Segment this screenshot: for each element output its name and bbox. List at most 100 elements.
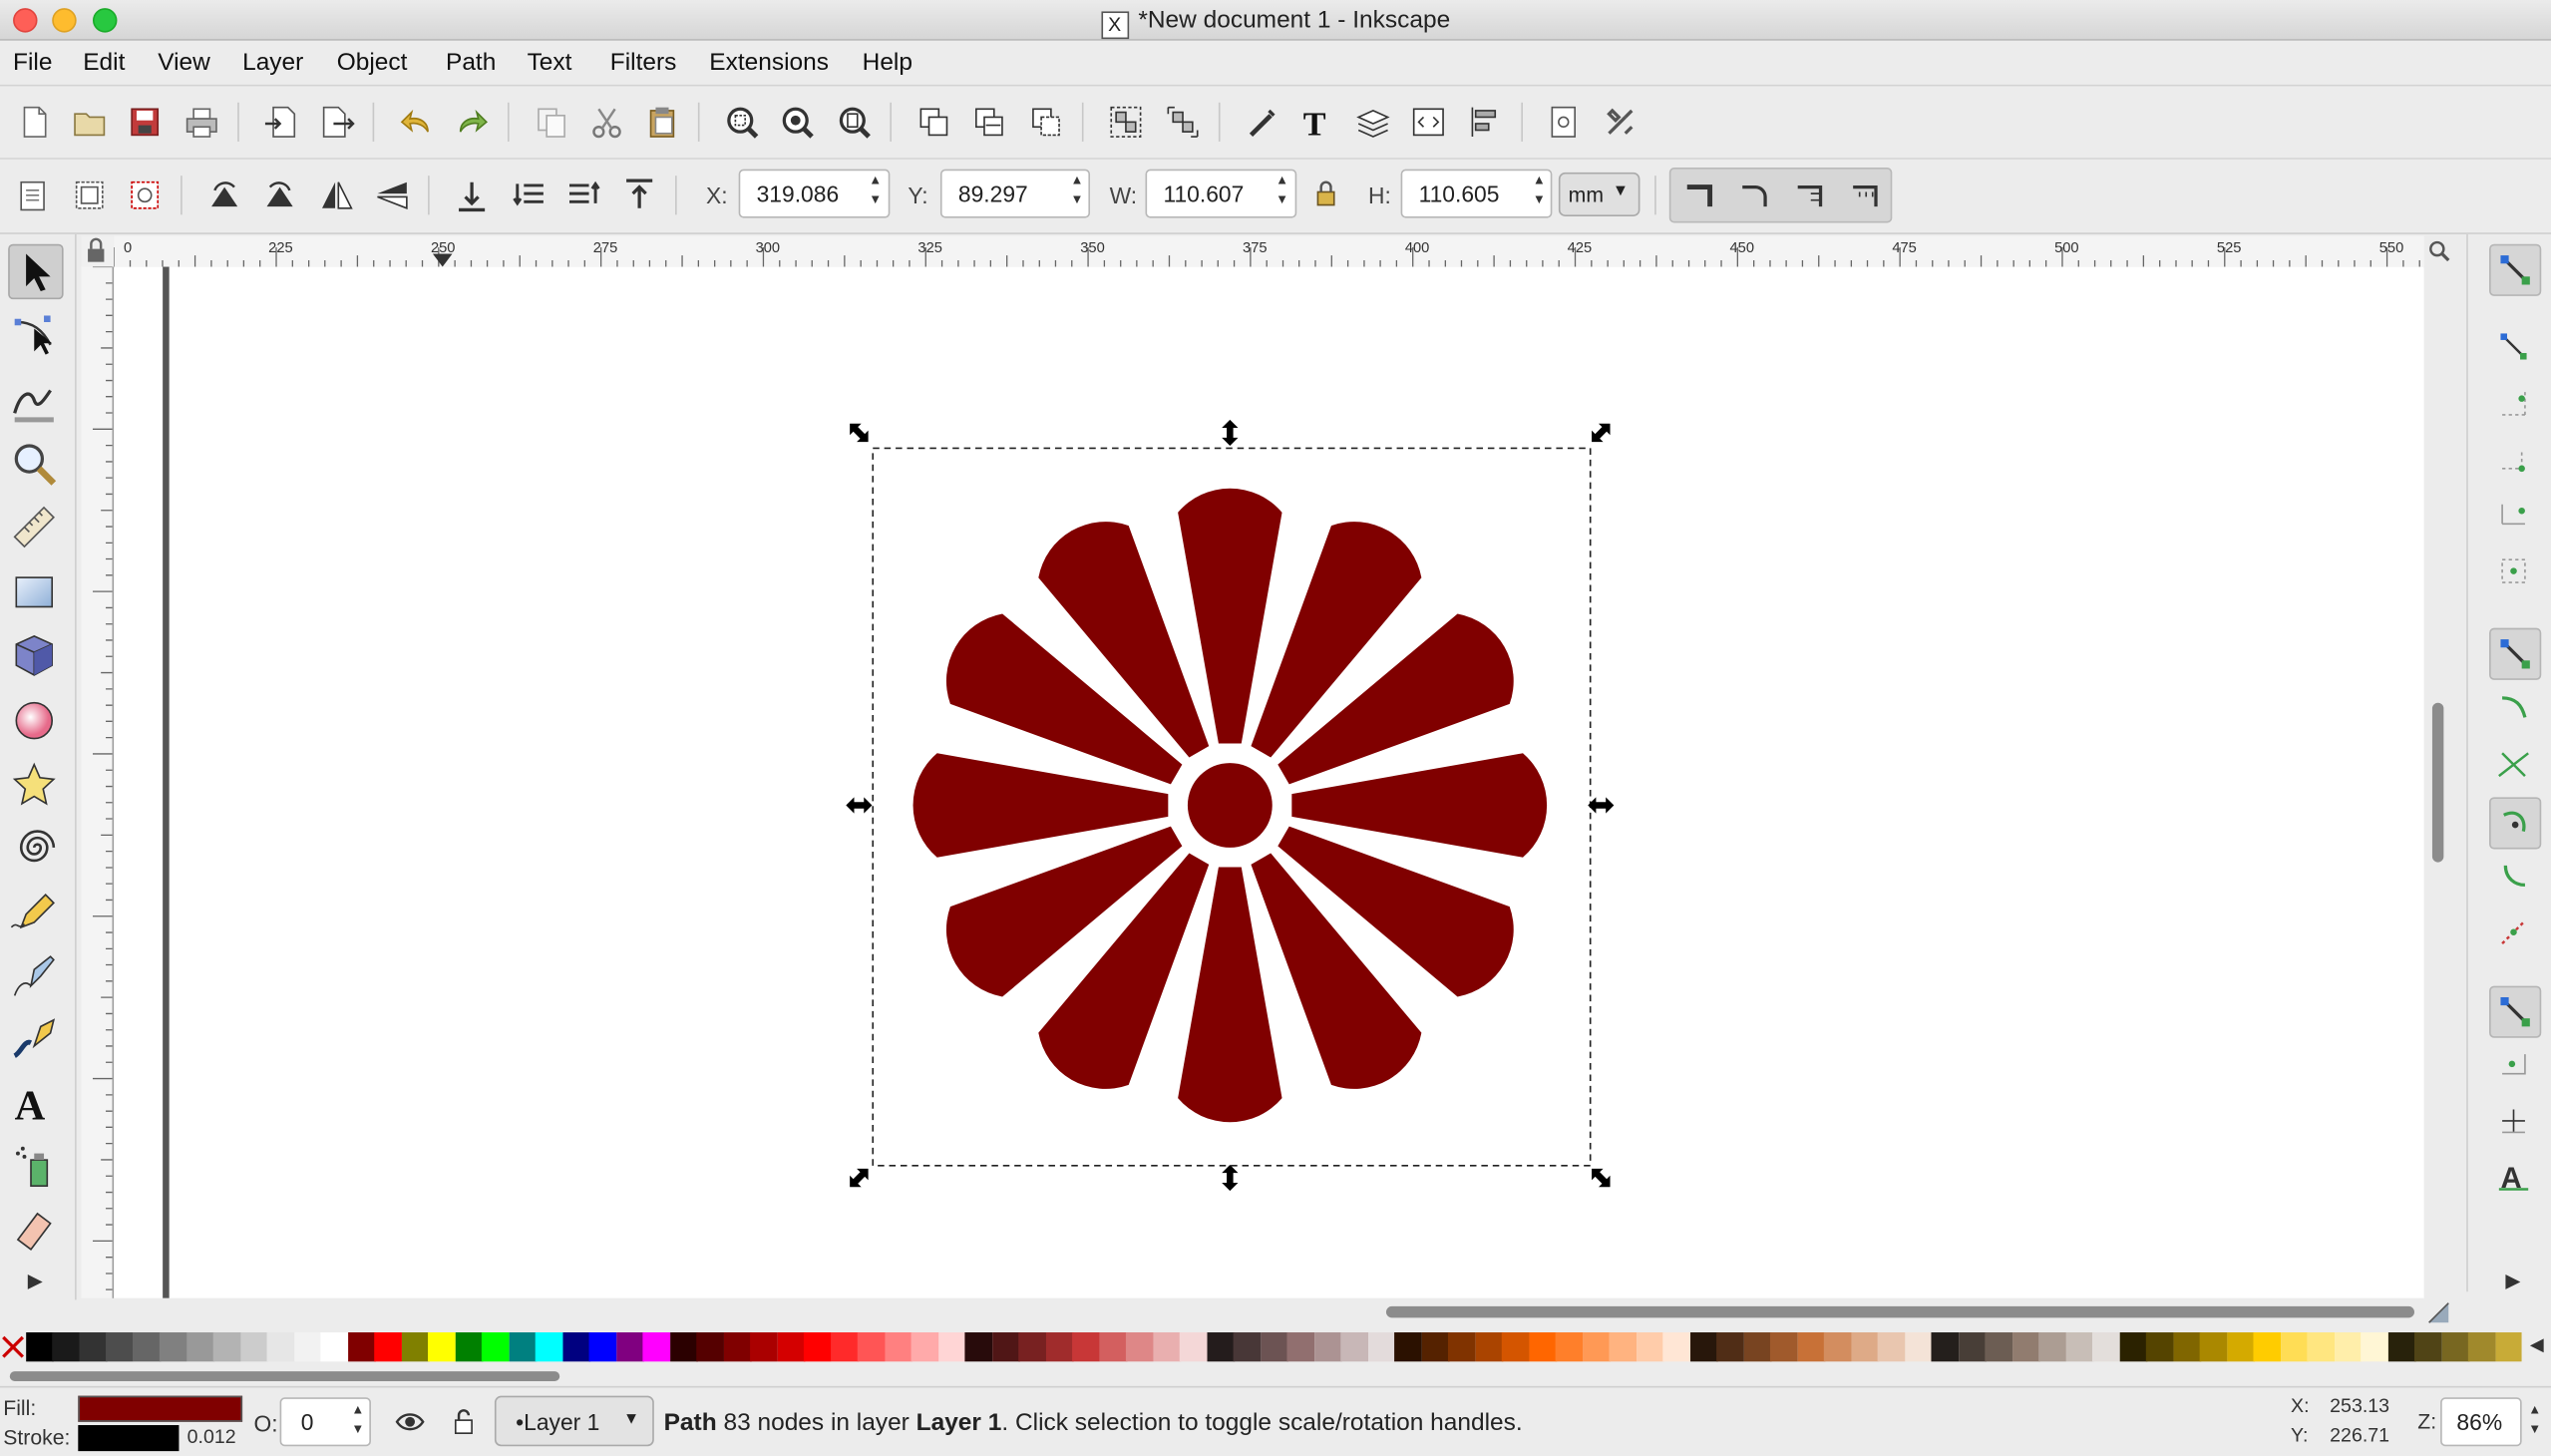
deselect-icon[interactable]: [127, 178, 163, 213]
clone-icon[interactable]: [971, 104, 1007, 140]
palette-swatch[interactable]: [374, 1332, 403, 1362]
palette-swatch[interactable]: [777, 1332, 806, 1362]
palette-swatch[interactable]: [1555, 1332, 1584, 1362]
palette-swatch[interactable]: [1207, 1332, 1235, 1362]
scale-handle-w[interactable]: [846, 797, 873, 814]
palette-swatch[interactable]: [348, 1332, 376, 1362]
xml-editor-icon[interactable]: [1410, 104, 1446, 140]
palette-swatch[interactable]: [1582, 1332, 1611, 1362]
snap-line-midpoints-button[interactable]: [2489, 908, 2538, 956]
palette-scroll-icon[interactable]: ◀: [2530, 1334, 2544, 1355]
scale-stroke-icon[interactable]: [1680, 178, 1716, 213]
pen-tool[interactable]: [8, 950, 60, 1002]
scale-handle-ne[interactable]: [1586, 418, 1616, 448]
palette-swatch[interactable]: [1018, 1332, 1047, 1362]
snap-object-centers-button[interactable]: [2489, 1041, 2538, 1090]
palette-swatch[interactable]: [1662, 1332, 1691, 1362]
canvas[interactable]: [114, 266, 2424, 1298]
zoom-tool[interactable]: [8, 438, 60, 490]
scale-handle-sw[interactable]: [844, 1163, 874, 1193]
palette-swatch[interactable]: [2038, 1332, 2067, 1362]
more-tools-icon[interactable]: ▶: [28, 1269, 43, 1291]
palette-swatch[interactable]: [1770, 1332, 1798, 1362]
copy-icon[interactable]: [534, 104, 569, 140]
horizontal-scrollbar[interactable]: [114, 1297, 2424, 1324]
palette-swatch[interactable]: [1180, 1332, 1208, 1362]
unlink-clone-icon[interactable]: [1028, 104, 1064, 140]
palette-swatch[interactable]: [1448, 1332, 1477, 1362]
w-spin-buttons[interactable]: ▲ ▼: [1273, 171, 1292, 216]
more-snap-icon[interactable]: ▶: [2505, 1269, 2520, 1291]
menu-extensions[interactable]: Extensions: [709, 49, 829, 77]
palette-swatch[interactable]: [1286, 1332, 1315, 1362]
select-all-icon[interactable]: [15, 178, 51, 213]
flip-vertical-icon[interactable]: [374, 178, 410, 213]
eye-visibility-icon[interactable]: [395, 1409, 425, 1435]
menu-object[interactable]: Object: [337, 49, 408, 77]
save-document-icon[interactable]: [127, 104, 163, 140]
palette-swatch[interactable]: [1394, 1332, 1423, 1362]
scale-handle-se[interactable]: [1586, 1163, 1616, 1193]
palette-swatch[interactable]: [1689, 1332, 1718, 1362]
measure-tool[interactable]: [8, 501, 60, 552]
flower-center[interactable]: [1187, 763, 1273, 848]
group-icon[interactable]: [1108, 104, 1144, 140]
snap-enable-button[interactable]: [2489, 243, 2542, 296]
flower-path[interactable]: [912, 488, 1548, 1123]
x-spin-buttons[interactable]: ▲ ▼: [866, 171, 886, 216]
palette-swatch[interactable]: [1072, 1332, 1101, 1362]
h-spin-buttons[interactable]: ▲ ▼: [1530, 171, 1550, 216]
scale-handle-nw[interactable]: [844, 418, 874, 448]
zoom-drawing-icon[interactable]: [779, 104, 815, 140]
palette-swatch[interactable]: [1931, 1332, 1960, 1362]
new-document-icon[interactable]: [16, 104, 52, 140]
palette-swatch[interactable]: [991, 1332, 1020, 1362]
print-icon[interactable]: [183, 104, 219, 140]
import-icon[interactable]: [263, 104, 299, 140]
palette-swatch[interactable]: [536, 1332, 564, 1362]
palette-swatch[interactable]: [294, 1332, 322, 1362]
snap-bbox-button[interactable]: [2489, 322, 2538, 371]
snap-intersections-button[interactable]: [2489, 740, 2538, 789]
palette-swatch[interactable]: [2253, 1332, 2282, 1362]
star-tool[interactable]: [8, 758, 60, 810]
palette-swatch[interactable]: [428, 1332, 457, 1362]
palette-swatch[interactable]: [1367, 1332, 1396, 1362]
palette-swatch[interactable]: [2145, 1332, 2174, 1362]
snap-others-button[interactable]: [2489, 985, 2542, 1038]
snap-smooth-nodes-button[interactable]: [2489, 853, 2538, 902]
text-font-icon[interactable]: T: [1298, 104, 1334, 140]
zoom-page-icon[interactable]: [837, 104, 873, 140]
palette-swatch[interactable]: [750, 1332, 779, 1362]
palette-swatch[interactable]: [804, 1332, 833, 1362]
palette-scroll-thumb[interactable]: [9, 1371, 560, 1381]
palette-swatch[interactable]: [1421, 1332, 1450, 1362]
palette-swatch[interactable]: [2119, 1332, 2147, 1362]
scale-handle-n[interactable]: [1222, 419, 1239, 446]
palette-swatch[interactable]: [26, 1332, 54, 1362]
fill-swatch[interactable]: [78, 1395, 243, 1422]
menu-layer[interactable]: Layer: [242, 49, 303, 77]
lower-to-bottom-icon[interactable]: [454, 178, 490, 213]
palette-swatch[interactable]: [1099, 1332, 1128, 1362]
ruler-lock-icon[interactable]: [82, 236, 115, 267]
menu-edit[interactable]: Edit: [83, 49, 125, 77]
palette-swatch[interactable]: [133, 1332, 162, 1362]
scale-corners-icon[interactable]: [1736, 178, 1772, 213]
vertical-scroll-thumb[interactable]: [2431, 702, 2444, 863]
palette-swatch[interactable]: [106, 1332, 135, 1362]
redo-icon[interactable]: [454, 104, 490, 140]
palette-swatch[interactable]: [1797, 1332, 1825, 1362]
snap-center-button[interactable]: [2489, 546, 2538, 595]
menu-view[interactable]: View: [158, 49, 210, 77]
palette-swatch[interactable]: [1609, 1332, 1638, 1362]
text-tool[interactable]: A: [8, 1077, 60, 1129]
palette-swatch[interactable]: [643, 1332, 671, 1362]
palette-swatch[interactable]: [2280, 1332, 2309, 1362]
palette-swatch[interactable]: [1126, 1332, 1155, 1362]
palette-swatch[interactable]: [2494, 1332, 2522, 1362]
rotate-cw-icon[interactable]: [262, 178, 298, 213]
duplicate-icon[interactable]: [915, 104, 951, 140]
palette-swatch[interactable]: [1850, 1332, 1879, 1362]
palette-swatch[interactable]: [2065, 1332, 2093, 1362]
